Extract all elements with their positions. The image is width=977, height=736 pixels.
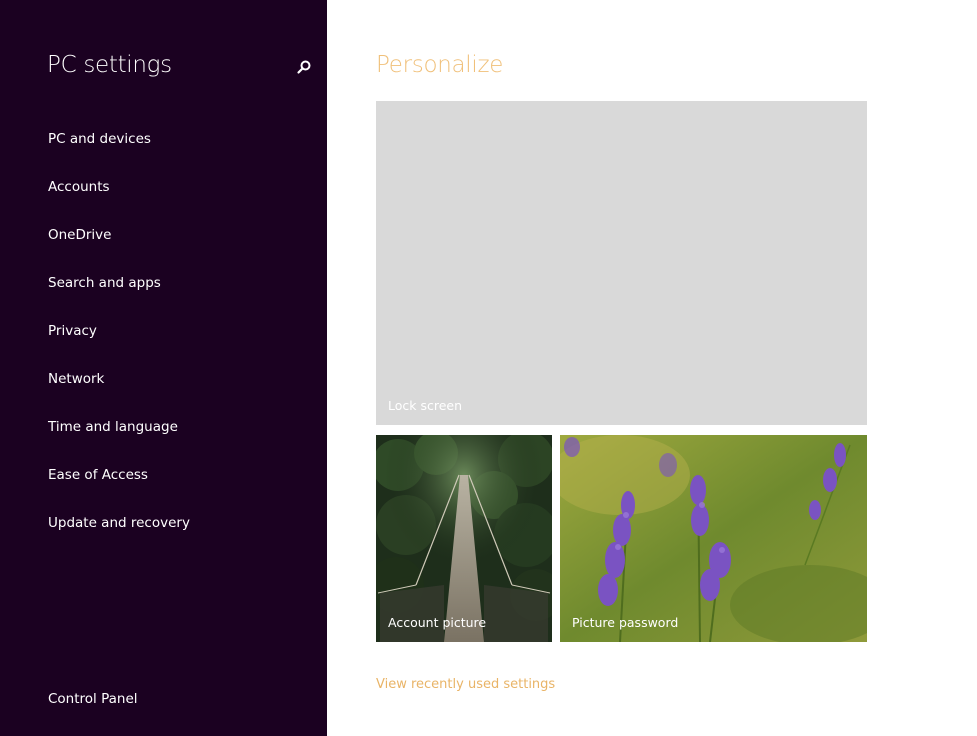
nav-item-search-and-apps[interactable]: Search and apps xyxy=(48,275,161,291)
nav-item-accounts[interactable]: Accounts xyxy=(48,179,110,195)
lock-screen-label: Lock screen xyxy=(388,398,463,413)
nav-item-time-and-language[interactable]: Time and language xyxy=(48,419,178,435)
nav-item-network[interactable]: Network xyxy=(48,371,104,387)
lavender-image xyxy=(560,435,867,642)
sidebar: PC settings PC and devices Accounts OneD… xyxy=(0,0,327,736)
account-picture-tile[interactable]: Account picture xyxy=(376,435,552,642)
picture-password-tile[interactable]: Picture password xyxy=(560,435,867,642)
forest-bridge-image xyxy=(376,435,552,642)
search-icon[interactable] xyxy=(294,58,314,78)
view-recent-settings-link[interactable]: View recently used settings xyxy=(376,677,555,692)
picture-password-label: Picture password xyxy=(572,615,679,630)
app-title: PC settings xyxy=(47,52,172,78)
control-panel-link[interactable]: Control Panel xyxy=(48,691,138,707)
nav-item-update-and-recovery[interactable]: Update and recovery xyxy=(48,515,190,531)
nav-item-privacy[interactable]: Privacy xyxy=(48,323,97,339)
nav-item-ease-of-access[interactable]: Ease of Access xyxy=(48,467,148,483)
nav-item-pc-and-devices[interactable]: PC and devices xyxy=(48,131,151,147)
nav-item-onedrive[interactable]: OneDrive xyxy=(48,227,111,243)
page-title: Personalize xyxy=(376,52,504,78)
account-picture-label: Account picture xyxy=(388,615,487,630)
lock-screen-tile[interactable]: Lock screen xyxy=(376,101,867,425)
